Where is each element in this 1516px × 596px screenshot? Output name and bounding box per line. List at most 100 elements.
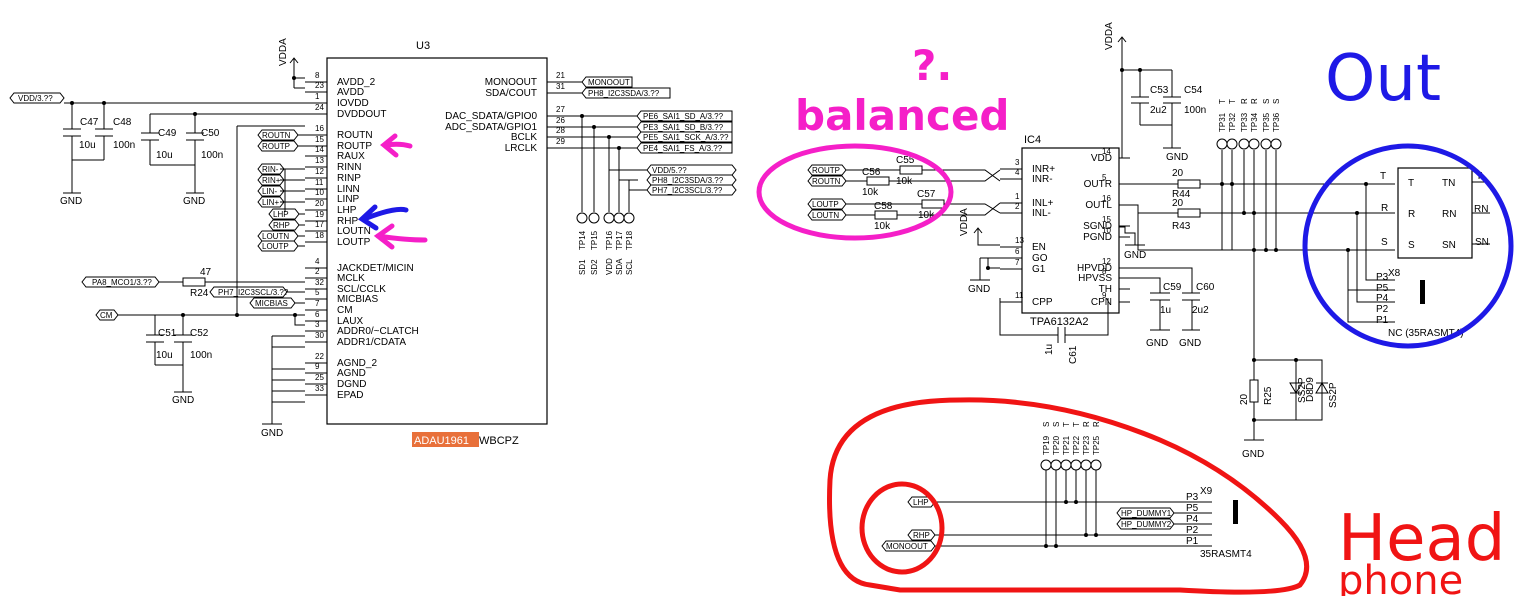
u3-pin-num: 19 [315,210,324,219]
u3-pin-num: 11 [315,178,324,187]
r43-val: 20 [1172,198,1184,209]
x9-net-rhp: RHP [913,531,930,540]
net-flag-label: LHP [273,210,289,219]
c50-ref: C50 [201,128,220,139]
svg-text:P5: P5 [1186,503,1199,514]
u3-pin-num: 23 [315,81,324,90]
u3-pin-name: DGND [337,379,366,390]
ic4-pin-name: EN [1032,242,1046,253]
test-point-label: T [1228,99,1237,104]
u3-left-pins: 8AVDD_223AVDD1IOVDD24DVDDOUT16ROUTN15ROU… [305,71,419,401]
u3-pin-num: 22 [315,352,324,361]
net-flag-label: LOUTN [812,211,839,220]
gnd-label: GND [1166,152,1188,163]
u3-pin-num: 2 [315,267,320,276]
c60-ref: C60 [1196,282,1215,293]
test-point-ref: TP36 [1272,112,1281,132]
x8-pin-t: T [1408,178,1414,189]
test-point [613,212,625,224]
c61-val: 1u [1044,344,1055,355]
ic4-pin-num: 3 [1015,158,1020,167]
u3-pin-num: 17 [315,220,324,229]
u3-pin-num: 32 [315,278,324,287]
test-point-ref: TP18 [625,230,634,250]
u3-pin-num: 6 [315,310,320,319]
c53-val: 2u2 [1150,105,1167,116]
ic4-left-pins: 3INR+4INR-1INL+2INL-13EN6GO7G111CPP [1000,158,1055,308]
gnd-label: GND [968,284,990,295]
test-point-label: S [1272,99,1281,104]
c48-val: 100n [113,140,135,151]
x8-pin-rn: RN [1442,209,1456,220]
r44 [1177,179,1201,189]
x8-switch [1420,280,1425,304]
u3-pin-num: 7 [315,299,320,308]
net-flag-label: PE5_SAI1_SCK_A/3.?? [643,133,729,142]
test-point-ref: TP22 [1072,435,1081,455]
ic4-pin-num: 13 [1015,236,1024,245]
test-point-label: VDD [605,258,614,275]
x9-switch [1233,500,1238,524]
u3-pin-name: CM [337,305,353,316]
x8-out-sn: SN [1475,237,1489,248]
r24-ref: R24 [190,288,209,299]
u3-pin-num: 1 [315,92,320,101]
u3-codec: U3 ADAU1961 WBCPZ 8AVDD_223AVDD1IOVDD24D… [305,40,733,447]
svg-text:P1: P1 [1376,315,1389,326]
u3-pin-name: BCLK [511,132,537,143]
c52-ref: C52 [190,328,209,339]
u3-pin-num: 16 [315,124,324,133]
r44-val: 20 [1172,168,1184,179]
test-point-label: T [1072,422,1081,427]
u3-pin-num: 10 [315,188,324,197]
test-point [588,212,600,224]
balanced-note: balanced [795,91,1010,140]
r43 [1177,208,1201,218]
ic4-pin-name: OUTL [1085,200,1112,211]
input-resistor [899,165,923,175]
test-point-label: S [1042,422,1051,427]
c54-ref: C54 [1184,85,1203,96]
ic4-pin-num: 2 [1015,202,1020,211]
u3-pin-name: RAUX [337,151,365,162]
u3-pin-num: 4 [315,257,320,266]
test-point [1216,138,1228,150]
test-point [1050,459,1062,471]
u3-pin-num: 30 [315,331,324,340]
net-flag-label: PE6_SAI1_SD_A/3.?? [643,112,724,121]
x8-in-r: R [1381,203,1388,214]
test-point [1238,138,1250,150]
net-flag-label: PH7_I2C3SCL/3.?? [652,186,723,195]
test-point [1260,138,1272,150]
test-point-label: T [1218,99,1227,104]
test-point-ref: TP33 [1240,112,1249,132]
ic4-pin-name: OUTR [1084,179,1112,190]
gnd-label: GND [172,395,194,406]
esd-network: 20 R25 SS2P D8 D9 SS2P GND [1239,358,1339,460]
c47-val: 10u [79,140,96,151]
pa8-label: PA8_MCO1/3.?? [92,278,152,287]
c58-ref: C58 [874,201,893,212]
headphone-region [827,397,1310,595]
vdda-left-arrow [289,57,299,88]
gnd-label: GND [1124,250,1146,261]
svg-text:P3: P3 [1376,272,1389,283]
u3-pin-num: 15 [315,135,324,144]
micbias-label: MICBIAS [255,299,288,308]
u3-pin-name: DVDDOUT [337,109,386,120]
test-point-ref: TP15 [590,230,599,250]
u3-pin-name: DAC_SDATA/GPIO0 [445,111,537,122]
c50-val: 100n [201,150,223,161]
u3-pin-name: LINP [337,194,360,205]
u3-pin-name: ADDR1/CDATA [337,337,406,348]
net-flag-label: PH8_I2C3SDA/3.?? [652,176,724,185]
test-point [1090,459,1102,471]
vdda-left: VDDA [278,38,305,89]
u3-part-suffix: WBCPZ [479,435,519,447]
test-point [576,212,588,224]
net-flag-label: VDD/5.?? [652,166,687,175]
c53-ref: C53 [1150,85,1169,96]
gnd-label: GND [60,196,82,207]
test-point [1080,459,1092,471]
test-point [603,212,615,224]
